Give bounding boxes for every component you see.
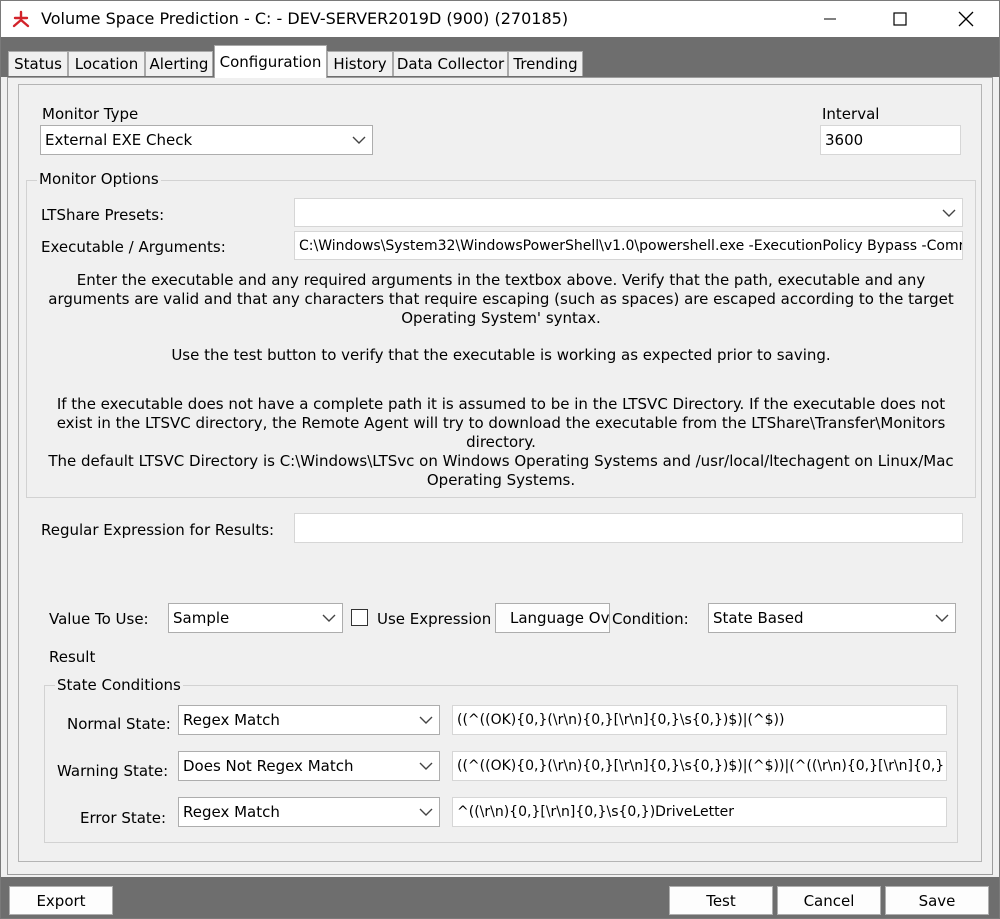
tab-configuration[interactable]: Configuration	[214, 45, 327, 78]
interval-label: Interval	[822, 105, 880, 123]
error-state-expression-value: ^((\r\n){0,}[\r\n]{0,}\s{0,})DriveLetter	[457, 804, 734, 820]
dialog-window: Volume Space Prediction - C: - DEV-SERVE…	[0, 0, 1000, 919]
tab-trending[interactable]: Trending	[508, 51, 583, 76]
tab-label: Configuration	[219, 53, 322, 71]
chevron-down-icon	[419, 808, 433, 816]
configuration-panel: Monitor Type External EXE Check Interval…	[7, 77, 993, 875]
app-logo-icon	[12, 10, 30, 28]
tab-label: Status	[14, 55, 62, 73]
error-state-mode-value: Regex Match	[183, 803, 280, 821]
maximize-icon	[893, 12, 907, 26]
ltsvc-path-help-text: If the executable does not have a comple…	[56, 395, 946, 451]
chevron-down-icon	[935, 614, 949, 622]
normal-state-expression-input[interactable]: ((^((OK){0,}(\r\n){0,}[\r\n]{0,}\s{0,})$…	[452, 705, 947, 735]
chevron-down-icon	[419, 762, 433, 770]
warning-state-expression-input[interactable]: ((^((OK){0,}(\r\n){0,}[\r\n]{0,}\s{0,})$…	[452, 751, 947, 781]
footer-bar: Export Test Cancel Save	[1, 877, 999, 918]
value-to-use-label: Value To Use:	[49, 610, 149, 628]
executable-value: C:\Windows\System32\WindowsPowerShell\v1…	[299, 237, 963, 254]
export-label: Export	[36, 891, 86, 910]
cancel-label: Cancel	[803, 891, 855, 910]
test-label: Test	[706, 891, 736, 910]
normal-state-mode-dropdown[interactable]: Regex Match	[178, 705, 440, 735]
ltshare-presets-label: LTShare Presets:	[41, 206, 165, 224]
minimize-button[interactable]	[807, 1, 853, 37]
regex-results-input[interactable]	[294, 513, 963, 543]
warning-state-mode-value: Does Not Regex Match	[183, 757, 354, 775]
value-to-use-dropdown[interactable]: Sample	[168, 603, 343, 633]
cancel-button[interactable]: Cancel	[777, 886, 881, 915]
monitor-type-dropdown[interactable]: External EXE Check	[40, 125, 373, 155]
condition-value: State Based	[713, 609, 804, 627]
language-override-button[interactable]: Language Ove	[495, 603, 610, 633]
save-button[interactable]: Save	[885, 886, 989, 915]
tab-history[interactable]: History	[327, 51, 393, 76]
tab-label: Location	[74, 55, 139, 73]
executable-label: Executable / Arguments:	[41, 238, 226, 256]
use-expression-checkbox[interactable]	[351, 609, 368, 626]
language-override-label: Language Ove	[510, 609, 610, 627]
chevron-down-icon	[352, 136, 366, 144]
condition-dropdown[interactable]: State Based	[708, 603, 956, 633]
warning-state-mode-dropdown[interactable]: Does Not Regex Match	[178, 751, 440, 781]
executable-input[interactable]: C:\Windows\System32\WindowsPowerShell\v1…	[294, 231, 963, 260]
normal-state-label: Normal State:	[67, 715, 171, 733]
maximize-button[interactable]	[877, 1, 923, 37]
warning-state-label: Warning State:	[57, 762, 169, 780]
test-button-help-text: Use the test button to verify that the e…	[171, 346, 831, 364]
monitor-type-value: External EXE Check	[45, 131, 193, 149]
tab-alerting[interactable]: Alerting	[145, 51, 213, 76]
tab-location[interactable]: Location	[68, 51, 145, 76]
tab-status[interactable]: Status	[8, 51, 68, 76]
test-button[interactable]: Test	[669, 886, 773, 915]
warning-state-expression-value: ((^((OK){0,}(\r\n){0,}[\r\n]{0,}\s{0,})$…	[457, 758, 945, 774]
state-conditions-label: State Conditions	[55, 676, 183, 694]
ltshare-presets-dropdown[interactable]	[294, 198, 963, 227]
error-state-label: Error State:	[80, 809, 167, 827]
save-label: Save	[918, 891, 956, 910]
tab-label: Alerting	[149, 55, 209, 73]
export-button[interactable]: Export	[9, 886, 113, 915]
chevron-down-icon	[322, 614, 336, 622]
interval-input[interactable]: 3600	[820, 125, 961, 155]
configuration-inner-frame: Monitor Type External EXE Check Interval…	[18, 84, 982, 862]
close-button[interactable]	[943, 1, 989, 37]
window-title: Volume Space Prediction - C: - DEV-SERVE…	[41, 9, 569, 28]
chevron-down-icon	[942, 209, 956, 217]
normal-state-expression-value: ((^((OK){0,}(\r\n){0,}[\r\n]{0,}\s{0,})$…	[457, 712, 785, 728]
monitor-options-label: Monitor Options	[37, 170, 161, 188]
tab-label: Trending	[513, 55, 578, 73]
tab-label: History	[333, 55, 387, 73]
value-to-use-value: Sample	[173, 609, 230, 627]
minimize-icon	[824, 18, 836, 20]
monitor-type-label: Monitor Type	[42, 105, 139, 123]
interval-value: 3600	[825, 131, 864, 149]
error-state-expression-input[interactable]: ^((\r\n){0,}[\r\n]{0,}\s{0,})DriveLetter	[452, 797, 947, 827]
normal-state-mode-value: Regex Match	[183, 711, 280, 729]
executable-help-text: Enter the executable and any required ar…	[48, 271, 954, 327]
tab-label: Data Collector	[396, 55, 505, 73]
default-directory-help-text: The default LTSVC Directory is C:\Window…	[48, 452, 954, 489]
result-label: Result	[49, 648, 96, 666]
close-icon	[958, 11, 974, 27]
use-expression-label: Use Expression	[377, 610, 492, 628]
tab-strip: Status Location Alerting Configuration H…	[1, 37, 999, 78]
title-bar[interactable]: Volume Space Prediction - C: - DEV-SERVE…	[1, 1, 999, 37]
chevron-down-icon	[419, 716, 433, 724]
error-state-mode-dropdown[interactable]: Regex Match	[178, 797, 440, 827]
regex-results-label: Regular Expression for Results:	[41, 521, 275, 539]
condition-label: Condition:	[612, 610, 689, 628]
tab-data-collector[interactable]: Data Collector	[393, 51, 508, 76]
